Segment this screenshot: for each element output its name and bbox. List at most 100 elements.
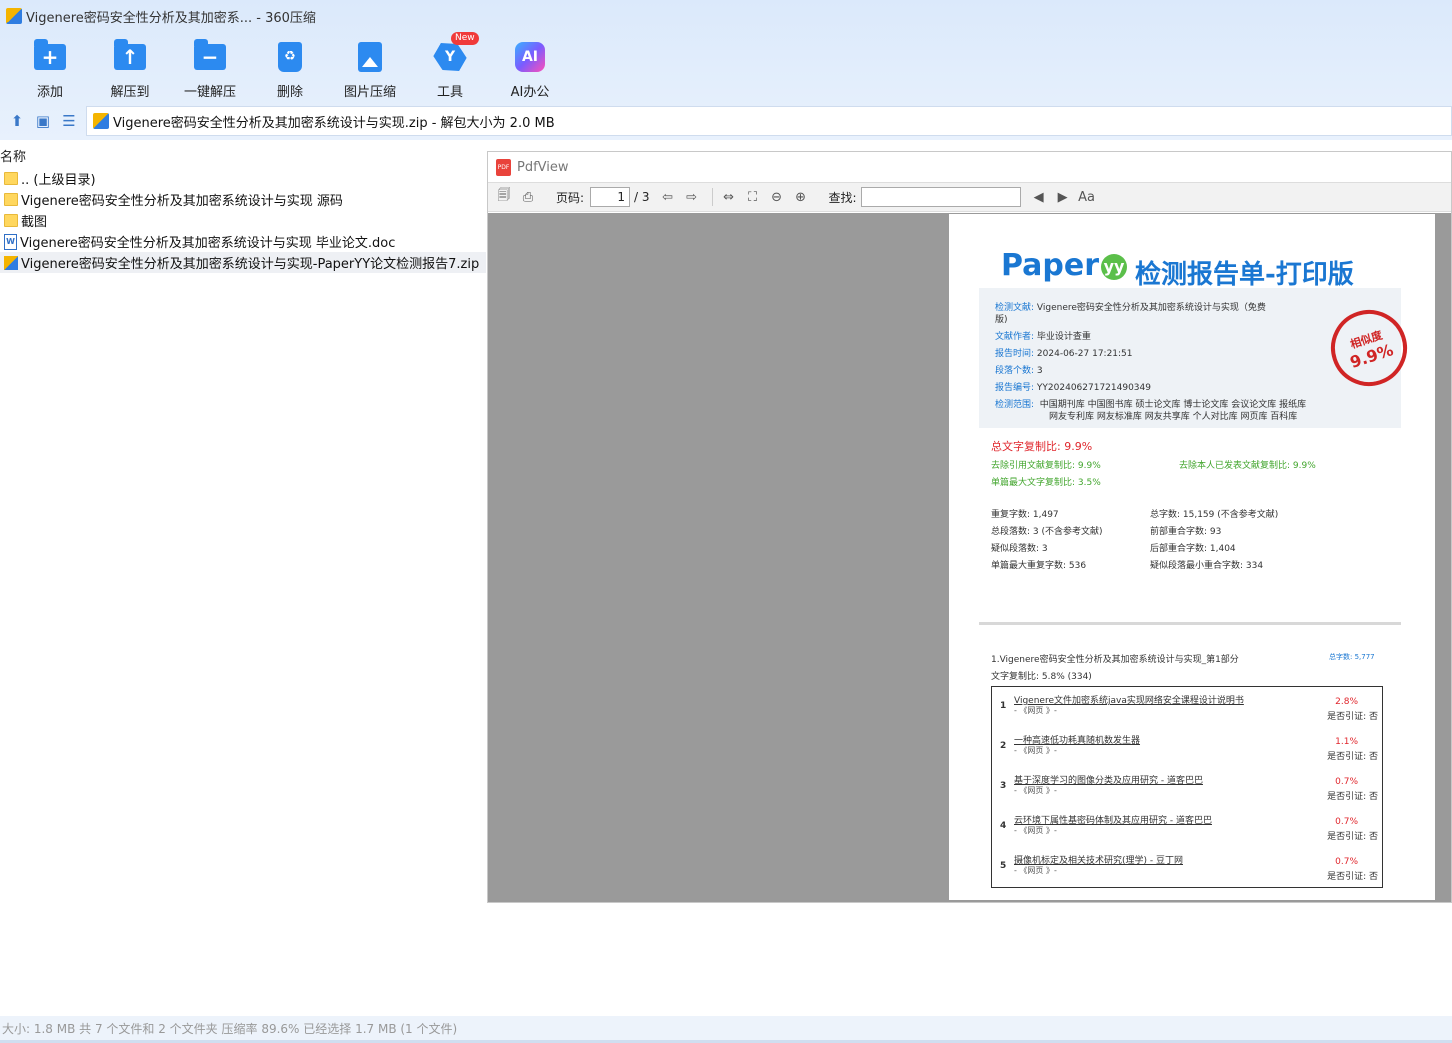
yy-logo-icon: yy [1101, 253, 1128, 280]
zip-file-icon [4, 255, 18, 270]
tools-button[interactable]: Y New 工具 [410, 32, 490, 100]
ai-icon: AI [515, 41, 545, 72]
section-divider [979, 622, 1401, 625]
zoom-in-icon[interactable]: ⊕ [791, 187, 811, 207]
path-row: ⬆ ▣ ☰ Vigenere密码安全性分析及其加密系统设计与实现.zip - 解… [0, 106, 1452, 136]
add-label: 添加 [36, 85, 63, 100]
front-overlap: 前部重合字数: 93 [1150, 527, 1222, 537]
dup-chars: 重复字数: 1,497 [991, 510, 1059, 520]
list-item[interactable]: Vigenere密码安全性分析及其加密系统设计与实现 源码 [0, 189, 486, 210]
status-text: 大小: 1.8 MB 共 7 个文件和 2 个文件夹 压缩率 89.6% 已经选… [2, 1021, 458, 1036]
main-toolbar: + 添加 ↑ 解压到 − 一键解压 ♻ 删除 图片压缩 Y New 工具 AI [10, 32, 570, 100]
total-ratio: 总文字复制比: 9.9% [991, 440, 1093, 453]
divider [711, 188, 713, 206]
path-text: Vigenere密码安全性分析及其加密系统设计与实现.zip - 解包大小为 2… [113, 115, 555, 131]
page-number-input[interactable]: 1 [590, 187, 631, 207]
pdf-title-bar: PDF PdfView [488, 152, 1451, 182]
window-title: Vigenere密码安全性分析及其加密系... - 360压缩 [26, 10, 316, 26]
delete-button[interactable]: ♻ 删除 [250, 36, 330, 100]
open-file-icon[interactable]: 🗐 [494, 187, 514, 207]
one-click-extract-button[interactable]: − 一键解压 [170, 36, 250, 100]
max-single-ratio: 单篇最大文字复制比: 3.5% [991, 478, 1101, 488]
file-name: Vigenere密码安全性分析及其加密系统设计与实现 源码 [21, 194, 343, 209]
pdf-title: PdfView [517, 159, 569, 175]
extract-to-label: 解压到 [110, 85, 150, 100]
pdf-icon: PDF [496, 158, 511, 176]
part1-ratio: 文字复制比: 5.8% (334) [991, 672, 1092, 682]
one-click-extract-label: 一键解压 [183, 85, 236, 100]
source-row: 2 一种高速低功耗真随机数发生器 - 《网页 》- 1.1% 是否引证: 否 [1000, 736, 1378, 762]
view-thumbnail-icon[interactable]: ▣ [30, 108, 56, 134]
search-label: 查找: [828, 190, 857, 205]
search-input[interactable] [860, 187, 1021, 207]
match-case-icon[interactable]: Aa [1077, 187, 1097, 207]
add-folder-icon: + [34, 38, 66, 70]
search-next-icon[interactable]: ▶ [1053, 187, 1073, 207]
list-item[interactable]: .. (上级目录) [0, 168, 486, 189]
title-bar: Vigenere密码安全性分析及其加密系... - 360压缩 [0, 0, 1452, 32]
print-icon[interactable]: ⎙ [518, 187, 538, 207]
delete-label: 删除 [276, 85, 303, 100]
part1-title: 1.Vigenere密码安全性分析及其加密系统设计与实现_第1部分 [991, 655, 1239, 665]
image-compress-button[interactable]: 图片压缩 [330, 36, 410, 100]
fit-page-icon[interactable]: ⛶ [743, 187, 763, 207]
ai-office-label: AI办公 [510, 85, 550, 100]
file-name: Vigenere密码安全性分析及其加密系统设计与实现-PaperYY论文检测报告… [21, 257, 480, 272]
app-icon [6, 8, 22, 24]
total-paras: 总段落数: 3 (不含参考文献) [991, 527, 1103, 537]
total-chars: 总字数: 15,159 (不含参考文献) [1150, 510, 1279, 520]
similarity-stamp: 相似度 9.9% [1321, 300, 1417, 396]
part1-total: 总字数: 5,777 [1329, 653, 1375, 661]
file-name: 截图 [21, 215, 48, 230]
view-list-icon[interactable]: ☰ [56, 108, 82, 134]
extract-to-button[interactable]: ↑ 解压到 [90, 36, 170, 100]
folder-icon [4, 172, 18, 185]
page-label: 页码: [556, 190, 585, 205]
report-title: 检测报告单-打印版 [1135, 260, 1354, 290]
source-row: 4 云环境下属性基密码体制及其应用研究 - 道客巴巴 - 《网页 》- 0.7%… [1000, 816, 1378, 842]
next-page-icon[interactable]: ⇨ [682, 187, 702, 207]
excl-self-ratio: 去除本人已发表文献复制比: 9.9% [1179, 461, 1316, 471]
zip-icon [93, 113, 109, 129]
path-bar[interactable]: Vigenere密码安全性分析及其加密系统设计与实现.zip - 解包大小为 2… [86, 106, 1452, 136]
page-total: / 3 [634, 190, 650, 204]
extract-folder-icon: ↑ [114, 38, 146, 70]
list-item[interactable]: W Vigenere密码安全性分析及其加密系统设计与实现 毕业论文.doc [0, 231, 486, 252]
up-arrow-icon[interactable]: ⬆ [4, 108, 30, 134]
search-prev-icon[interactable]: ◀ [1029, 187, 1049, 207]
fit-width-icon[interactable]: ⇔ [719, 187, 739, 207]
status-bar: 大小: 1.8 MB 共 7 个文件和 2 个文件夹 压缩率 89.6% 已经选… [0, 1016, 1452, 1043]
file-name: .. (上级目录) [21, 173, 96, 188]
tools-label: 工具 [436, 85, 463, 100]
excl-quote-ratio: 去除引用文献复制比: 9.9% [991, 461, 1101, 471]
source-row: 3 基于深度学习的图像分类及应用研究 - 道客巴巴 - 《网页 》- 0.7% … [1000, 776, 1378, 802]
app-window: Vigenere密码安全性分析及其加密系... - 360压缩 + 添加 ↑ 解… [0, 0, 1452, 1043]
pdf-preview-window: PDF PdfView 🗐 ⎙ 页码: 1 / 3 ⇦ ⇨ ⇔ ⛶ ⊖ ⊕ 查找… [487, 151, 1452, 903]
word-doc-icon: W [4, 233, 17, 250]
prev-page-icon[interactable]: ⇦ [658, 187, 678, 207]
file-name: Vigenere密码安全性分析及其加密系统设计与实现 毕业论文.doc [20, 236, 396, 251]
back-overlap: 后部重合字数: 1,404 [1150, 544, 1236, 554]
list-item-selected[interactable]: Vigenere密码安全性分析及其加密系统设计与实现-PaperYY论文检测报告… [0, 252, 486, 273]
trash-icon: ♻ [278, 41, 302, 72]
sources-table: 1 Vigenere文件加密系统java实现网络安全课程设计说明书 - 《网页 … [991, 686, 1383, 888]
report-brand: Paper yy [1001, 248, 1128, 283]
min-suspect: 疑似段落最小重合字数: 334 [1150, 561, 1264, 571]
ai-office-button[interactable]: AI AI办公 [490, 36, 570, 100]
column-header-name[interactable]: 名称 [0, 146, 486, 165]
folder-icon [4, 214, 18, 227]
report-info-box: 检测文献: Vigenere密码安全性分析及其加密系统设计与实现（免费 版) 文… [979, 288, 1417, 428]
list-item[interactable]: 截图 [0, 210, 486, 231]
image-compress-label: 图片压缩 [343, 85, 396, 100]
max-dup: 单篇最大重复字数: 536 [991, 561, 1087, 571]
one-click-folder-icon: − [194, 38, 226, 70]
file-list: .. (上级目录) Vigenere密码安全性分析及其加密系统设计与实现 源码 … [0, 168, 486, 273]
image-icon [358, 41, 382, 72]
source-row: 5 摄像机标定及相关技术研究(理学) - 豆丁网 - 《网页 》- 0.7% 是… [1000, 856, 1378, 882]
zoom-out-icon[interactable]: ⊖ [767, 187, 787, 207]
new-badge: New [451, 32, 479, 45]
pdf-toolbar: 🗐 ⎙ 页码: 1 / 3 ⇦ ⇨ ⇔ ⛶ ⊖ ⊕ 查找: ◀ ▶ Aa [488, 182, 1451, 212]
pdf-page: Paper yy 检测报告单-打印版 检测文献: Vigenere密码安全性分析及… [949, 214, 1435, 900]
add-button[interactable]: + 添加 [10, 36, 90, 100]
pdf-canvas[interactable]: Paper yy 检测报告单-打印版 检测文献: Vigenere密码安全性分析及… [488, 213, 1451, 902]
